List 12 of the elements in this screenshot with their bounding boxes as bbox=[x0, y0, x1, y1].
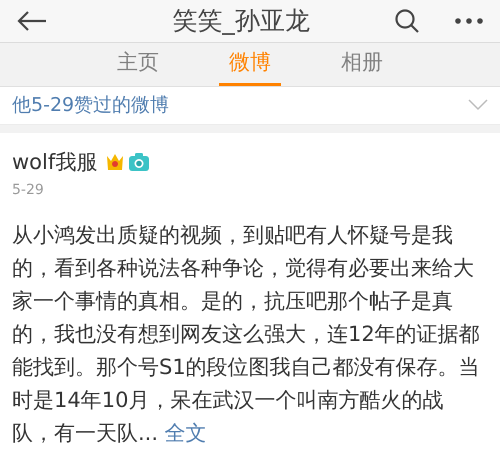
profile-title: 笑笑_孙亚龙 bbox=[172, 5, 310, 38]
crown-icon bbox=[105, 153, 126, 172]
profile-tab[interactable]: 相册 bbox=[331, 42, 393, 86]
more-icon[interactable] bbox=[454, 16, 484, 25]
full-text-link[interactable]: 全文 bbox=[164, 421, 207, 445]
profile-tab[interactable]: 主页 bbox=[107, 42, 169, 86]
back-arrow-icon[interactable] bbox=[16, 10, 48, 32]
post-text: 从小鸿发出质疑的视频，到贴吧有人怀疑号是我的，看到各种说法各种争论，觉得有必要出来给大家一个事情的真相。是的，抗压吧那个帖子是真的，我也没有想到网友这么强大，连12年的证据都能找到。那个号S1的段位图我自己都没有保存。当时是14年10月，呆在武汉一个叫南方酷火的战队，有一天队... 全文 bbox=[12, 222, 480, 447]
camera-icon bbox=[129, 153, 150, 172]
post-date: 5-29 bbox=[12, 181, 45, 200]
search-icon[interactable] bbox=[394, 8, 420, 34]
author-name[interactable]: wolf我服 bbox=[12, 146, 98, 178]
